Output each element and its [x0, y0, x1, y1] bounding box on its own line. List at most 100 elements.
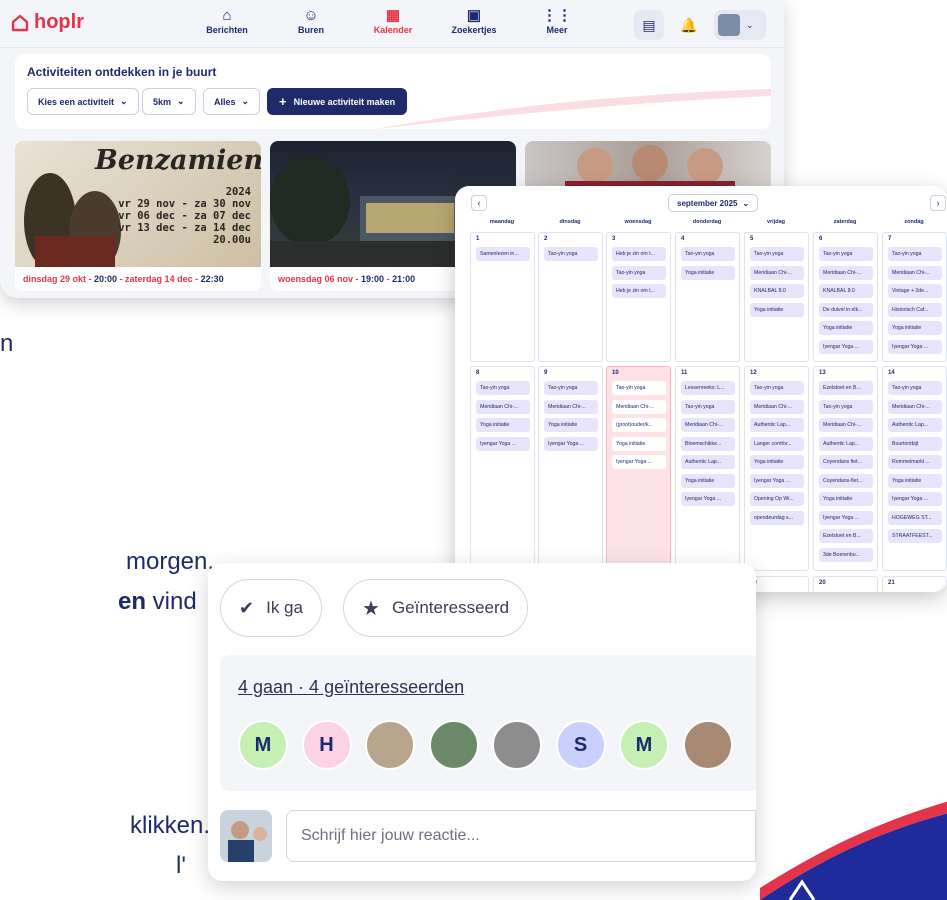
calendar-day-cell[interactable]: 4 Tao-yin yoga Yoga initiatie: [675, 232, 740, 362]
calendar-event[interactable]: Coyendans fiet...: [819, 455, 873, 469]
previous-month-button[interactable]: ‹: [471, 195, 487, 211]
attendee-avatar[interactable]: S: [555, 720, 606, 770]
calendar-event[interactable]: Meridiaan Chi-...: [888, 265, 942, 280]
calendar-event[interactable]: Yoga initiatie: [750, 302, 804, 317]
calendar-event[interactable]: Tao-yin yoga: [612, 381, 666, 395]
interested-button[interactable]: ★ Geïnteresseerd: [343, 579, 529, 637]
calendar-event[interactable]: Ezelstoet en B...: [819, 381, 873, 395]
calendar-event[interactable]: Yoga initiatie: [612, 436, 666, 451]
calendar-day-cell[interactable]: 8 Tao-yin yoga Meridiaan Chi-... Yoga initi…: [470, 366, 535, 571]
calendar-event[interactable]: De duivel in elk...: [819, 302, 873, 317]
calendar-event[interactable]: Iyengar Yoga ...: [681, 492, 735, 506]
calendar-event[interactable]: Historisch Caf...: [888, 302, 942, 317]
comment-input[interactable]: Schrijf hier jouw reactie...: [286, 810, 756, 862]
calendar-event[interactable]: Yoga initiatie: [888, 321, 942, 335]
calendar-event[interactable]: Tao-yin yoga: [750, 247, 804, 261]
calendar-event[interactable]: Yoga initiatie: [681, 473, 735, 488]
nav-buren[interactable]: ☺ Buren: [271, 7, 351, 35]
calendar-event[interactable]: Iyengar Yoga ...: [544, 436, 598, 451]
attendee-avatar[interactable]: H: [301, 720, 352, 770]
calendar-event[interactable]: opendeurdag s...: [750, 510, 804, 525]
calendar-event[interactable]: KNALBAL 8.0: [750, 284, 804, 298]
calendar-event[interactable]: Meridiaan Chi-...: [750, 265, 804, 280]
attendee-avatar[interactable]: [428, 720, 479, 770]
calendar-event[interactable]: Coyendans-fiet...: [819, 473, 873, 488]
calendar-event[interactable]: Yoga initiatie: [681, 265, 735, 280]
calendar-event[interactable]: Yoga initiatie: [819, 492, 873, 506]
calendar-event[interactable]: Iyengar Yoga ...: [612, 455, 666, 469]
calendar-event[interactable]: STRAATFEEST...: [888, 529, 942, 543]
calendar-event[interactable]: Meridiaan Chi-...: [681, 418, 735, 432]
new-activity-button[interactable]: + Nieuwe activiteit maken: [267, 88, 408, 115]
calendar-event[interactable]: Tao-yin yoga: [750, 381, 804, 395]
attendee-avatar[interactable]: [365, 720, 415, 770]
activity-filter-dropdown[interactable]: Kies een activiteit ⌄: [27, 88, 139, 115]
calendar-event[interactable]: Samenlezen in...: [476, 247, 530, 261]
calendar-event[interactable]: Lessenreeks: L...: [681, 381, 735, 395]
calendar-event[interactable]: Meridiaan Chi-...: [888, 399, 942, 414]
calendar-event[interactable]: Heb je zin om t...: [612, 247, 666, 261]
next-month-button[interactable]: ›: [930, 195, 946, 211]
calendar-day-cell[interactable]: 6 Tao-yin yoga Meridiaan Chi-... KNALBAL 8.…: [813, 232, 878, 362]
calendar-event[interactable]: KNALBAL 8.0: [819, 284, 873, 298]
calendar-event[interactable]: Tao-yin yoga: [476, 381, 530, 395]
attendee-avatar[interactable]: [492, 720, 542, 770]
calendar-event[interactable]: Heb je zin om t...: [612, 284, 666, 298]
notifications-button[interactable]: 🔔: [674, 10, 704, 40]
attendees-link[interactable]: 4 gaan · 4 geïnteresseerden: [238, 677, 464, 698]
calendar-event[interactable]: Meridiaan Chi-...: [750, 399, 804, 414]
calendar-event[interactable]: Bloemschikke...: [681, 436, 735, 451]
distance-filter-dropdown[interactable]: 5km ⌄: [142, 88, 196, 115]
calendar-day-cell[interactable]: 10 Tao-yin yoga Meridiaan Chi-... (groot)ou…: [606, 366, 671, 571]
calendar-event[interactable]: Authentic Lap...: [681, 455, 735, 469]
calendar-day-cell[interactable]: 12 Tao-yin yoga Meridiaan Chi-... Authentic…: [744, 366, 809, 571]
calendar-event[interactable]: Tao-yin yoga: [819, 247, 873, 261]
calendar-event[interactable]: Tao-yin yoga: [612, 265, 666, 280]
attendee-avatar[interactable]: [682, 720, 733, 770]
calendar-event[interactable]: Iyengar Yoga ...: [750, 473, 804, 488]
calendar-event[interactable]: Tao-yin yoga: [681, 247, 735, 261]
calendar-event[interactable]: Tao-yin yoga: [681, 399, 735, 414]
calendar-day-cell[interactable]: 14 Tao-yin yoga Meridiaan Chi-... Authentic…: [882, 366, 947, 571]
nav-zoekertjes[interactable]: ▣ Zoekertjes: [434, 7, 514, 35]
calendar-event[interactable]: Meridiaan Chi-...: [612, 399, 666, 414]
calendar-day-cell[interactable]: 2 Tao-yin yoga: [538, 232, 603, 362]
calendar-event[interactable]: Rommelmarkt ...: [888, 455, 942, 469]
calendar-event[interactable]: Vintage + 2de...: [888, 284, 942, 298]
calendar-day-cell[interactable]: 21: [882, 576, 947, 592]
calendar-event[interactable]: Tao-yin yoga: [819, 399, 873, 414]
calendar-event[interactable]: 3de Boerenbu...: [819, 547, 873, 562]
calendar-day-cell[interactable]: 3 Heb je zin om t... Tao-yin yoga Heb je zi…: [606, 232, 671, 362]
month-selector[interactable]: september 2025 ⌄: [668, 194, 759, 212]
nav-meer[interactable]: ⋮⋮ Meer: [517, 7, 597, 35]
calendar-event[interactable]: Opening Op Wi...: [750, 492, 804, 506]
calendar-event[interactable]: Tao-yin yoga: [544, 381, 598, 395]
calendar-day-cell[interactable]: 7 Tao-yin yoga Meridiaan Chi-... Vintage + …: [882, 232, 947, 362]
calendar-event[interactable]: Iyengar Yoga ...: [819, 510, 873, 525]
calendar-event[interactable]: Meridiaan Chi-...: [544, 399, 598, 414]
calendar-event[interactable]: Iyengar Yoga ...: [476, 436, 530, 451]
nav-berichten[interactable]: ⌂ Berichten: [187, 7, 267, 35]
calendar-day-cell[interactable]: 5 Tao-yin yoga Meridiaan Chi-... KNALBAL 8.…: [744, 232, 809, 362]
messages-button[interactable]: ▤: [634, 10, 664, 40]
calendar-event[interactable]: Langer comfor...: [750, 436, 804, 451]
calendar-event[interactable]: Meridiaan Chi-...: [476, 399, 530, 414]
calendar-event[interactable]: Meridiaan Chi-...: [819, 265, 873, 280]
calendar-event[interactable]: Yoga initiatie: [544, 418, 598, 432]
calendar-day-cell[interactable]: 9 Tao-yin yoga Meridiaan Chi-... Yoga initi…: [538, 366, 603, 571]
calendar-event[interactable]: Buurtontbijt: [888, 436, 942, 451]
calendar-event[interactable]: Authentic Lap...: [819, 436, 873, 451]
calendar-event[interactable]: Yoga initiatie: [476, 418, 530, 432]
attendee-avatar[interactable]: M: [238, 720, 288, 770]
calendar-day-cell[interactable]: 13 Ezelstoet en B... Tao-yin yoga Meridiaan…: [813, 366, 878, 571]
calendar-event[interactable]: HOGEWEG ST...: [888, 510, 942, 525]
calendar-event[interactable]: (groot)ouder/k...: [612, 418, 666, 432]
calendar-day-cell[interactable]: 20: [813, 576, 878, 592]
calendar-event[interactable]: Authentic Lap...: [888, 418, 942, 432]
calendar-day-cell[interactable]: 11 Lessenreeks: L... Tao-yin yoga Meridiaan…: [675, 366, 740, 571]
calendar-event[interactable]: Yoga initiatie: [888, 473, 942, 488]
nav-kalender[interactable]: ▦ Kalender: [353, 7, 433, 35]
calendar-event[interactable]: Tao-yin yoga: [544, 247, 598, 261]
attendee-avatar[interactable]: M: [619, 720, 669, 770]
calendar-event[interactable]: Yoga initiatie: [750, 455, 804, 469]
